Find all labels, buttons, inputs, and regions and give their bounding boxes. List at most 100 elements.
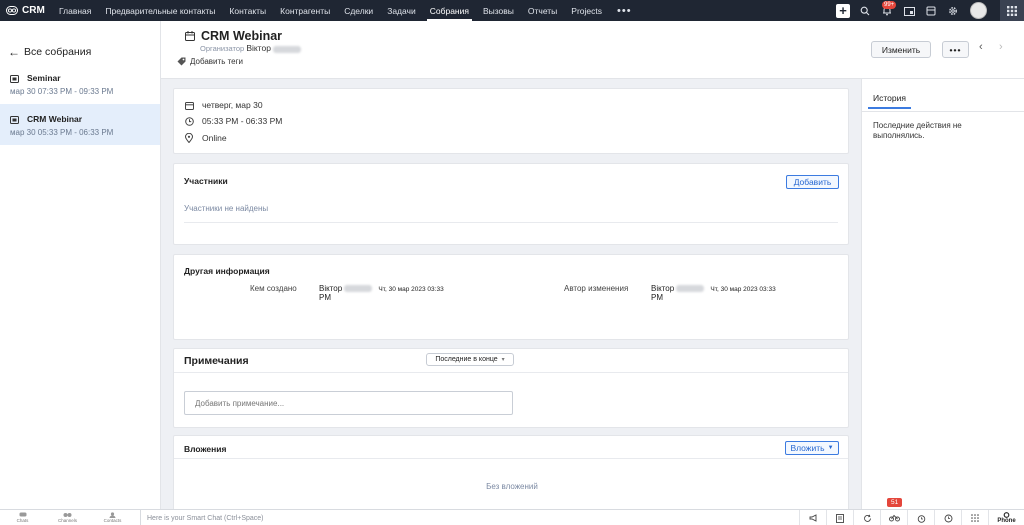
calendar-check-icon bbox=[903, 6, 915, 16]
chevron-down-icon: ▼ bbox=[827, 445, 834, 451]
redacted-surname bbox=[344, 285, 373, 293]
redacted-surname bbox=[272, 45, 301, 53]
meeting-time: мар 30 05:33 PM - 06:33 PM bbox=[10, 128, 114, 137]
divider bbox=[174, 458, 848, 459]
nav-tab-leads[interactable]: Предварительные контакты bbox=[98, 0, 222, 21]
smart-chat-input[interactable]: Here is your Smart Chat (Ctrl+Space) bbox=[140, 510, 802, 525]
nav-tab-deals[interactable]: Сделки bbox=[337, 0, 380, 21]
created-by-value: Віктор Чт, 30 мар 2023 03:33 PM bbox=[319, 284, 444, 302]
profile-button[interactable] bbox=[964, 0, 992, 21]
previous-record-icon[interactable]: ‹ bbox=[979, 41, 983, 53]
next-record-icon[interactable]: › bbox=[999, 41, 1003, 53]
meeting-time-range: 05:33 PM - 06:33 PM bbox=[202, 116, 283, 126]
nav-tab-reports[interactable]: Отчеты bbox=[521, 0, 564, 21]
search-button[interactable] bbox=[854, 0, 876, 21]
record-header: CRM Webinar Организатор Віктор Добавить … bbox=[161, 21, 1024, 79]
modified-by-label: Автор изменения bbox=[564, 284, 629, 293]
add-tags-link[interactable]: Добавить теги bbox=[177, 57, 243, 66]
meeting-host: Организатор Віктор bbox=[200, 43, 301, 53]
attach-dropdown-button[interactable]: Вложить ▼ bbox=[785, 441, 839, 455]
edit-button[interactable]: Изменить bbox=[871, 41, 931, 58]
bike-tool-button[interactable] bbox=[880, 510, 907, 525]
nav-tab-accounts[interactable]: Контрагенты bbox=[273, 0, 337, 21]
main-nav: Главная Предварительные контакты Контакт… bbox=[52, 0, 640, 21]
top-icons: + 99+ bbox=[832, 0, 1024, 21]
create-button[interactable]: + bbox=[832, 0, 854, 21]
host-name[interactable]: Віктор bbox=[246, 43, 271, 53]
calendar-shortcut-button[interactable] bbox=[898, 0, 920, 21]
meeting-icon bbox=[10, 74, 19, 83]
history-tool-button[interactable] bbox=[934, 510, 961, 525]
dialpad-icon bbox=[971, 513, 979, 522]
other-info-card: Другая информация Кем создано Віктор Чт,… bbox=[173, 254, 849, 340]
back-to-all-meetings[interactable]: ← Все собрания bbox=[0, 21, 160, 63]
add-tags-label: Добавить теги bbox=[190, 57, 243, 66]
more-actions-button[interactable]: ••• bbox=[942, 41, 969, 58]
meeting-list-item[interactable]: Seminar мар 30 07:33 PM - 09:33 PM bbox=[0, 63, 160, 104]
add-note-input[interactable]: Добавить примечание... bbox=[184, 391, 513, 415]
participants-title: Участники bbox=[184, 176, 228, 186]
host-label: Организатор bbox=[200, 44, 245, 53]
megaphone-icon bbox=[809, 514, 816, 522]
location-pin-icon bbox=[184, 133, 194, 143]
nav-tab-projects[interactable]: Projects bbox=[564, 0, 609, 21]
bottom-bar: Chats Channels Contacts Here is your Sma… bbox=[0, 509, 1024, 525]
nav-tab-meetings[interactable]: Собрания bbox=[423, 0, 476, 21]
divider bbox=[862, 111, 1024, 112]
notes-sort-dropdown[interactable]: Последние в конце ▾ bbox=[426, 353, 514, 366]
modified-by-value: Віктор Чт, 30 мар 2023 03:33 PM bbox=[651, 284, 776, 302]
unread-count-badge: 51 bbox=[887, 498, 903, 507]
grid-icon bbox=[1007, 5, 1017, 16]
participants-card: Участники Добавить Участники не найдены bbox=[173, 163, 849, 245]
phone-button[interactable]: Phone bbox=[988, 510, 1024, 525]
meeting-date: четверг, мар 30 bbox=[202, 100, 263, 110]
record-title: CRM Webinar bbox=[185, 29, 282, 43]
created-by-name[interactable]: Віктор bbox=[319, 284, 342, 293]
history-panel: История Последние действия не выполнялис… bbox=[861, 79, 1024, 509]
meeting-time-row: 05:33 PM - 06:33 PM bbox=[184, 113, 282, 129]
contacts-button[interactable]: Contacts bbox=[90, 512, 135, 523]
marketplace-button[interactable] bbox=[920, 0, 942, 21]
other-info-title: Другая информация bbox=[184, 266, 270, 276]
notes-tool-button[interactable] bbox=[826, 510, 853, 525]
nav-tab-calls[interactable]: Вызовы bbox=[476, 0, 521, 21]
history-empty-text: Последние действия не выполнялись. bbox=[873, 121, 962, 140]
channels-button[interactable]: Channels bbox=[45, 512, 90, 523]
alarm-tool-button[interactable] bbox=[907, 510, 934, 525]
meeting-list-item-selected[interactable]: CRM Webinar мар 30 05:33 PM - 06:33 PM bbox=[0, 104, 160, 145]
attachments-empty-text: Без вложений bbox=[486, 482, 538, 491]
meeting-details-card: четверг, мар 30 05:33 PM - 06:33 PM Onli… bbox=[173, 88, 849, 154]
modified-by-name[interactable]: Віктор bbox=[651, 284, 674, 293]
phone-label: Phone bbox=[997, 518, 1016, 524]
settings-button[interactable] bbox=[942, 0, 964, 21]
crm-logo[interactable]: CRM bbox=[0, 5, 52, 16]
announcement-button[interactable] bbox=[799, 510, 826, 525]
notifications-button[interactable]: 99+ bbox=[876, 0, 898, 21]
chats-button[interactable]: Chats bbox=[0, 512, 45, 523]
dialpad-button[interactable] bbox=[961, 510, 988, 525]
contacts-label: Contacts bbox=[103, 518, 122, 523]
chats-label: Chats bbox=[16, 518, 29, 523]
meeting-title: Seminar bbox=[27, 73, 61, 83]
meeting-location-row: Online bbox=[184, 130, 227, 146]
top-nav-bar: CRM Главная Предварительные контакты Кон… bbox=[0, 0, 1024, 21]
nav-tab-home[interactable]: Главная bbox=[52, 0, 98, 21]
search-icon bbox=[860, 6, 870, 15]
add-participant-button[interactable]: Добавить bbox=[786, 175, 839, 189]
tag-icon bbox=[177, 57, 186, 66]
gear-icon bbox=[949, 6, 957, 15]
modified-date: Чт, 30 мар 2023 03:33 bbox=[710, 286, 776, 293]
alarm-clock-icon bbox=[917, 514, 925, 523]
record-detail-area: четверг, мар 30 05:33 PM - 06:33 PM Onli… bbox=[161, 79, 861, 515]
nav-more-button[interactable]: ••• bbox=[609, 0, 640, 21]
nav-tab-tasks[interactable]: Задачи bbox=[380, 0, 423, 21]
apps-menu-button[interactable] bbox=[1000, 0, 1024, 21]
bottom-tools: Phone bbox=[799, 510, 1024, 525]
tab-history[interactable]: История bbox=[868, 93, 911, 109]
nav-tab-contacts[interactable]: Контакты bbox=[222, 0, 273, 21]
attachments-title: Вложения bbox=[184, 444, 227, 454]
created-date: Чт, 30 мар 2023 03:33 bbox=[378, 286, 444, 293]
record-title-text: CRM Webinar bbox=[201, 29, 283, 43]
notes-title: Примечания bbox=[184, 355, 249, 367]
refresh-tool-button[interactable] bbox=[853, 510, 880, 525]
